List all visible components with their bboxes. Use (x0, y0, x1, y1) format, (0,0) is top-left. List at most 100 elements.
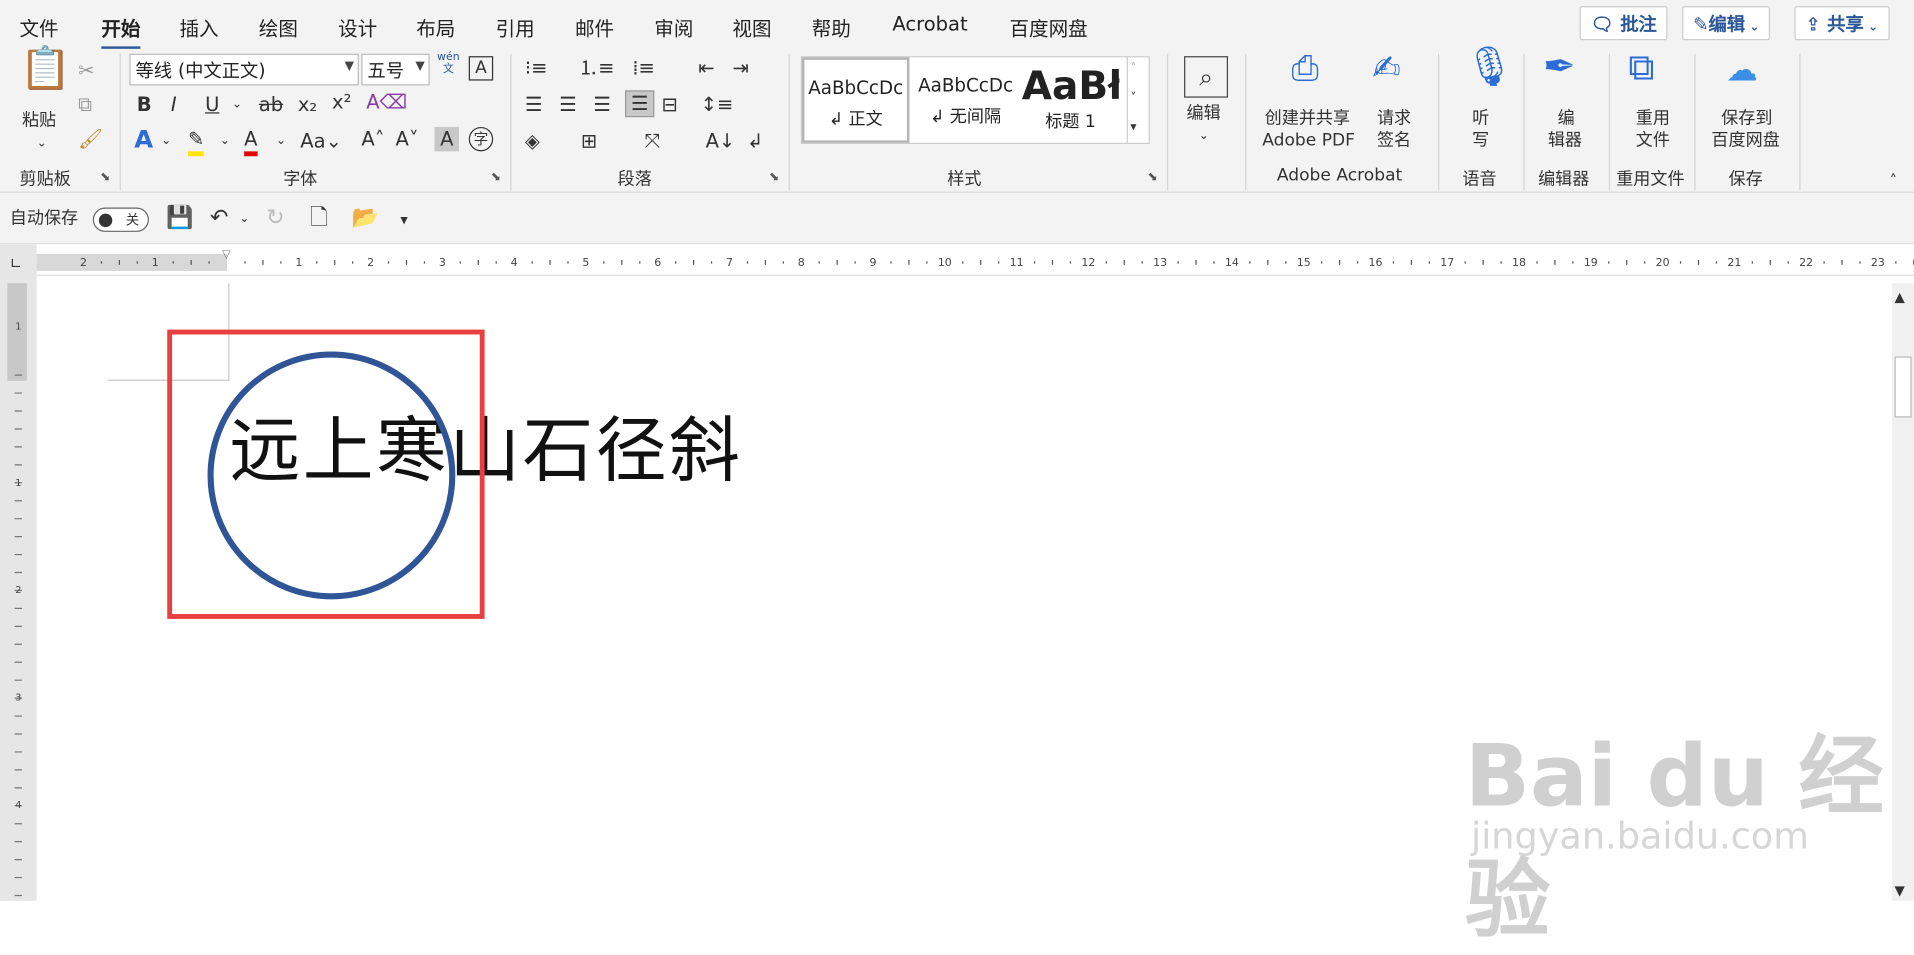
undo-icon[interactable]: ↶ (210, 206, 228, 230)
chevron-down-icon[interactable]: ⌄ (37, 132, 47, 156)
decrease-indent-icon[interactable]: ⇤ (698, 56, 714, 80)
paste-label[interactable]: 粘贴 (22, 110, 56, 132)
editing-label[interactable]: 编辑 (1187, 103, 1221, 125)
bullets-icon[interactable]: ⁝≡ (525, 56, 548, 80)
autosave-toggle[interactable]: 关 (92, 207, 149, 232)
vertical-scrollbar[interactable]: ▲ ▼ (1892, 283, 1914, 901)
subscript-icon[interactable]: x₂ (298, 93, 317, 117)
char-border-icon[interactable]: A (468, 56, 494, 81)
font-name-combo[interactable]: 等线 (中文正文) ▼ (129, 53, 359, 86)
phonetic-guide-icon[interactable]: wén 文 (437, 51, 460, 75)
chevron-down-icon[interactable]: ⌄ (1199, 125, 1209, 149)
dialog-launcher-icon[interactable]: ⬊ (491, 171, 501, 184)
paste-icon[interactable]: 📋 (20, 48, 72, 110)
tab-draw[interactable]: 绘图 (259, 12, 298, 41)
font-size-combo[interactable]: 五号 ▼ (361, 53, 430, 86)
save-baidu-label-2[interactable]: 百度网盘 (1711, 129, 1779, 151)
dictate-label-2[interactable]: 写 (1472, 129, 1489, 151)
shading-icon[interactable]: ◈ (525, 129, 540, 153)
create-pdf-label-1[interactable]: 创建并共享 (1265, 107, 1350, 129)
editor-icon[interactable]: ✒ (1543, 46, 1576, 85)
tab-insert[interactable]: 插入 (179, 12, 218, 41)
create-pdf-label-2[interactable]: Adobe PDF (1262, 129, 1355, 151)
reuse-label-1[interactable]: 重用 (1636, 107, 1670, 129)
new-document-icon[interactable]: 🗋 (310, 206, 328, 230)
bold-icon[interactable]: B (137, 93, 152, 117)
scroll-up-icon[interactable]: ▲ (1895, 286, 1905, 310)
customize-qat-icon[interactable]: ▾ (400, 208, 407, 232)
scroll-down-icon[interactable]: ▼ (1895, 879, 1905, 903)
tab-help[interactable]: 帮助 (812, 12, 851, 41)
format-painter-icon[interactable]: 🖌 (78, 127, 103, 151)
numbering-icon[interactable]: ⒈≡ (579, 56, 615, 80)
tab-selector[interactable]: ∟ (0, 244, 37, 281)
copy-icon[interactable]: ⧉ (78, 93, 92, 117)
dialog-launcher-icon[interactable]: ⬊ (769, 171, 779, 184)
scroll-thumb[interactable] (1894, 356, 1912, 418)
align-center-icon[interactable]: ☰ (559, 93, 577, 117)
tab-file[interactable]: 文件 (20, 12, 59, 41)
tab-baidu[interactable]: 百度网盘 (1010, 12, 1088, 41)
tab-mailings[interactable]: 邮件 (575, 12, 614, 41)
save-baidu-label-1[interactable]: 保存到 (1721, 107, 1772, 129)
increase-indent-icon[interactable]: ⇥ (732, 56, 748, 80)
chevron-down-icon[interactable]: ⌄ (161, 129, 171, 153)
comment-button[interactable]: 🗨 批注 (1579, 6, 1668, 41)
grow-font-icon[interactable]: A˄ (361, 127, 384, 151)
sort-icon[interactable]: A↓ (706, 129, 736, 153)
borders-icon[interactable]: ⊞ (581, 129, 597, 153)
microphone-icon[interactable]: 🎙 (1465, 46, 1515, 85)
create-pdf-icon[interactable]: ⎙ (1292, 51, 1319, 85)
text-effects-icon[interactable]: A (134, 127, 153, 151)
dialog-launcher-icon[interactable]: ⬊ (1147, 171, 1157, 184)
chevron-up-icon[interactable]: ˄ (1130, 57, 1136, 81)
reuse-label-2[interactable]: 文件 (1636, 129, 1670, 151)
align-left-icon[interactable]: ☰ (525, 93, 543, 117)
highlight-icon[interactable]: ✎ (187, 127, 205, 157)
tab-review[interactable]: 审阅 (654, 12, 693, 41)
tab-design[interactable]: 设计 (338, 12, 377, 41)
style-no-spacing[interactable]: AaBbCcDc ↲ 无间隔 (912, 57, 1019, 142)
share-button[interactable]: ⇪ 共享 ⌄ (1794, 6, 1890, 41)
clear-format-icon[interactable]: A⌫ (366, 90, 407, 114)
find-icon[interactable]: ⌕ (1184, 56, 1229, 98)
editor-label-1[interactable]: 编 (1558, 107, 1575, 129)
cut-icon[interactable]: ✂ (78, 59, 94, 83)
font-color-icon[interactable]: A (244, 127, 258, 157)
chevron-down-icon[interactable]: ⌄ (239, 208, 249, 232)
editor-label-2[interactable]: 辑器 (1548, 129, 1582, 151)
justify-icon[interactable]: ☰ (624, 90, 655, 118)
superscript-icon[interactable]: x² (332, 90, 351, 114)
indent-marker-icon[interactable]: ▽ (222, 249, 230, 261)
collapse-ribbon-icon[interactable]: ˄ (1890, 168, 1897, 192)
open-folder-icon[interactable]: 📂 (352, 206, 379, 230)
chevron-down-icon[interactable]: ⌄ (232, 93, 242, 117)
tab-home[interactable]: 开始 (101, 12, 141, 51)
edit-mode-button[interactable]: ✎编辑 ⌄ (1682, 6, 1771, 41)
request-sign-label-2[interactable]: 签名 (1377, 129, 1411, 151)
tab-acrobat[interactable]: Acrobat (892, 12, 967, 35)
line-spacing-icon[interactable]: ↕≡ (701, 93, 734, 117)
tab-view[interactable]: 视图 (732, 12, 771, 41)
asian-layout-icon[interactable]: ⤧ (645, 129, 661, 153)
dictate-label-1[interactable]: 听 (1472, 107, 1489, 129)
italic-icon[interactable]: I (171, 93, 177, 117)
dialog-launcher-icon[interactable]: ⬊ (100, 171, 110, 184)
reuse-files-icon[interactable]: ⧉ (1628, 49, 1654, 86)
underline-icon[interactable]: U (205, 93, 219, 117)
sign-icon[interactable]: ✍ (1372, 51, 1401, 85)
shrink-font-icon[interactable]: A˅ (396, 127, 419, 151)
strikethrough-icon[interactable]: ab (259, 93, 283, 117)
multilevel-list-icon[interactable]: ⁞≡ (632, 56, 655, 80)
vertical-ruler[interactable]: 1 1 2 3 4 (0, 280, 37, 901)
paragraph-marks-icon[interactable]: ↲ (747, 129, 763, 153)
chevron-down-icon[interactable]: ˅ (1130, 87, 1136, 111)
save-icon[interactable]: 💾 (166, 206, 193, 230)
style-normal[interactable]: AaBbCcDc ↲ 正文 (801, 57, 910, 143)
char-shading-icon[interactable]: A (434, 126, 459, 152)
more-icon[interactable]: ▾ (1130, 116, 1136, 140)
horizontal-ruler[interactable]: 2 1 1 2 3 4 5 6 7 8 9 10 11 12 13 14 15 16 17 18 19 20 21 22 23 … (36, 249, 1914, 276)
distributed-icon[interactable]: ⊟ (662, 93, 678, 117)
chevron-down-icon[interactable]: ⌄ (276, 129, 286, 153)
chevron-down-icon[interactable]: ⌄ (220, 129, 230, 153)
